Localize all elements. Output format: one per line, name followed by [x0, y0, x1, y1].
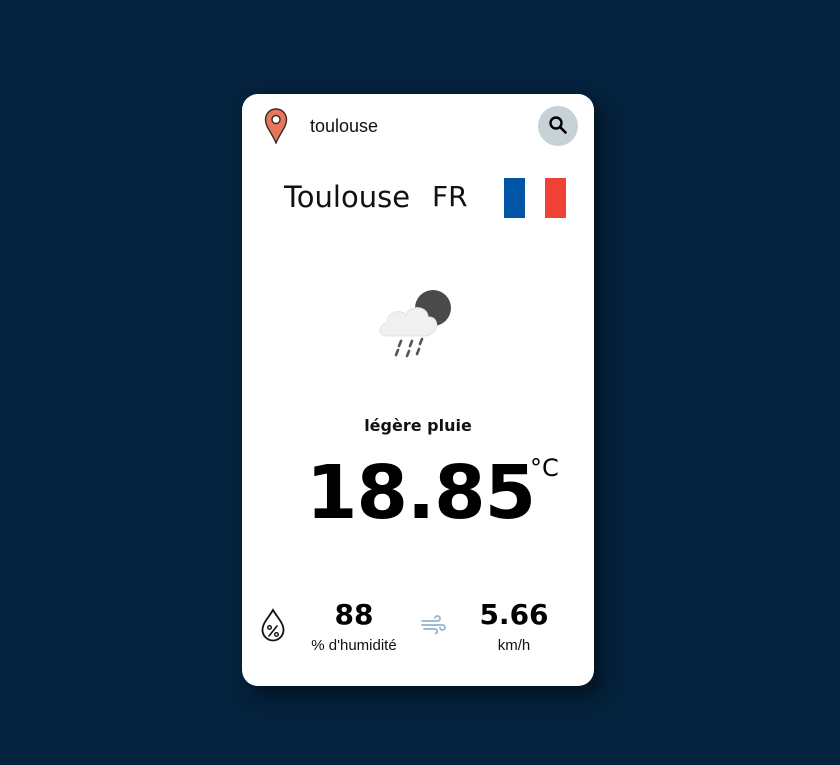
location-header: Toulouse FR — [242, 174, 594, 222]
flag-red-stripe — [545, 178, 567, 218]
city-name: Toulouse — [284, 180, 411, 214]
temperature-unit: °C — [530, 454, 559, 482]
search-icon — [548, 115, 568, 138]
cloud-rain-night-icon — [376, 284, 462, 364]
weather-card: Toulouse FR légère pluie 18.85 °C — [242, 94, 594, 686]
wind-icon — [420, 614, 448, 636]
wind-speed-value: 5.66 — [479, 598, 549, 631]
flag-white-stripe — [524, 178, 546, 218]
weather-stats: 88 % d'humidité 5.66 km/h — [242, 594, 594, 658]
search-button[interactable] — [538, 106, 578, 146]
country-code: FR — [432, 180, 468, 213]
flag-blue-stripe — [504, 178, 525, 218]
wind-speed-label: km/h — [497, 637, 531, 654]
search-bar — [242, 94, 594, 158]
map-pin-icon — [264, 108, 288, 145]
weather-description: légère pluie — [364, 416, 472, 435]
country-flag — [504, 178, 567, 218]
humidity-drop-icon — [260, 608, 286, 642]
humidity-value: 88 — [334, 598, 374, 631]
search-input[interactable] — [310, 112, 530, 140]
humidity-label: % d'humidité — [311, 637, 397, 654]
temperature-value: 18.85 — [306, 450, 536, 536]
